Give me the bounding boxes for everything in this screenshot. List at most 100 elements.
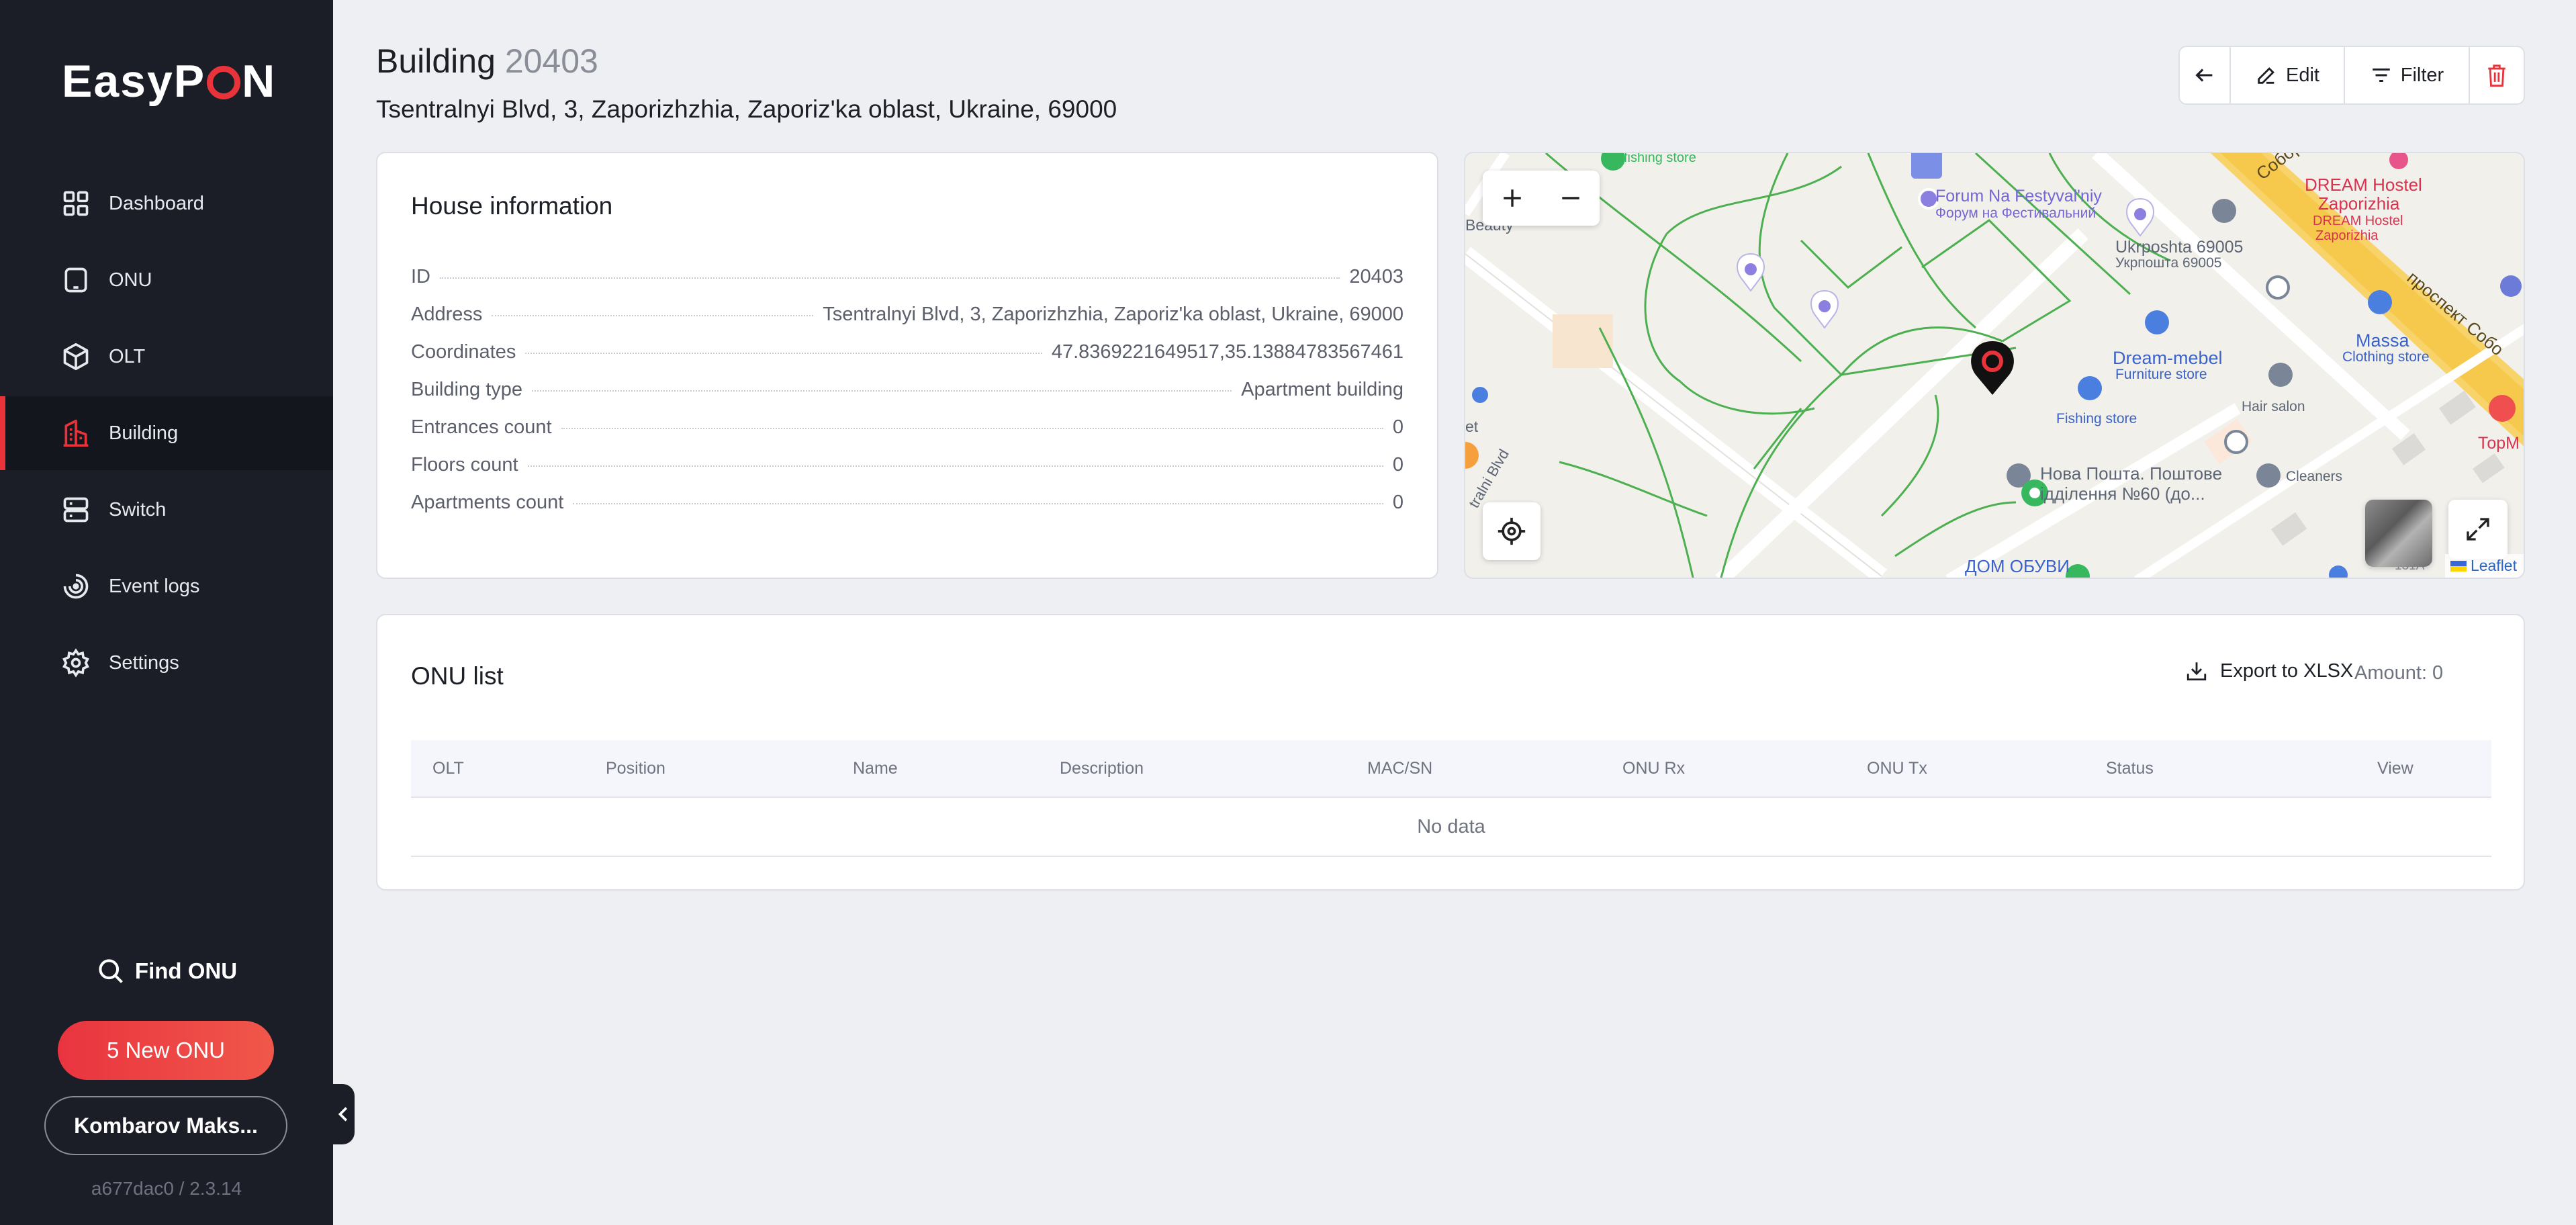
filter-icon	[2373, 68, 2390, 83]
map-zoom-control	[1483, 171, 1600, 226]
leaflet-link: Leaflet	[2470, 557, 2517, 574]
info-value: 47.8369221649517,35.13884783567461	[1051, 341, 1404, 363]
sidebar-item-label: ONU	[109, 269, 152, 291]
map-label-forum-ua: Форум на Фестивальний	[1935, 206, 2097, 221]
info-value: Apartment building	[1241, 379, 1404, 400]
info-row-building-type: Building type Apartment building	[411, 379, 1404, 416]
fullscreen-button[interactable]	[2448, 500, 2508, 559]
map-label-hair: Hair salon	[2242, 399, 2305, 414]
column-onu-rx[interactable]: ONU Rx	[1622, 759, 1685, 778]
map-label-ukrposhta-ua: Укрпошта 69005	[2115, 255, 2222, 271]
info-label: Address	[411, 304, 483, 325]
trash-icon	[2488, 64, 2505, 87]
building-number: 20403	[504, 42, 598, 80]
event-logs-icon	[60, 571, 91, 602]
column-position[interactable]: Position	[606, 759, 665, 778]
sidebar-item-building[interactable]: Building	[0, 396, 333, 470]
page-title: Building 20403	[376, 42, 598, 81]
sidebar-item-onu[interactable]: ONU	[0, 243, 333, 317]
locate-me-button[interactable]	[1483, 502, 1540, 560]
onu-amount: Amount: 0	[2354, 662, 2444, 684]
gear-icon	[60, 647, 91, 678]
column-description[interactable]: Description	[1060, 759, 1144, 778]
column-name[interactable]: Name	[853, 759, 898, 778]
column-mac-sn[interactable]: MAC/SN	[1367, 759, 1432, 778]
page-subtitle-address: Tsentralnyi Blvd, 3, Zaporizhzhia, Zapor…	[376, 95, 1117, 123]
user-menu-button[interactable]: Kombarov Maks...	[44, 1096, 287, 1155]
house-information-card: House information ID 20403 Address Tsent…	[376, 152, 1438, 579]
sidebar-item-event-logs[interactable]: Event logs	[0, 549, 333, 623]
export-label: Export to XLSX	[2220, 660, 2354, 682]
info-value: 0	[1392, 416, 1404, 438]
filter-button[interactable]: Filter	[2345, 47, 2470, 103]
export-xlsx-button[interactable]: Export to XLSX	[2185, 660, 2353, 682]
minus-icon	[1561, 197, 1579, 199]
sidebar: EasyP N Dashboard ONU OLT Building Switc…	[0, 0, 333, 1225]
map-view[interactable]: Forum Na Festyval'niy Форум на Фестиваль…	[1464, 152, 2525, 579]
ukraine-flag-icon	[2450, 560, 2467, 572]
back-button[interactable]	[2180, 47, 2231, 103]
sidebar-item-label: Event logs	[109, 575, 200, 597]
find-onu-button[interactable]: Find ONU	[0, 956, 333, 986]
edit-button[interactable]: Edit	[2231, 47, 2345, 103]
edit-label: Edit	[2286, 64, 2319, 86]
info-label: ID	[411, 266, 430, 287]
map-label-dom-obuvi: ДОМ ОБУВИ	[1965, 556, 2070, 576]
map-label-forum: Forum Na Festyval'niy	[1935, 187, 2102, 206]
onu-list-title: ONU list	[411, 662, 504, 690]
column-onu-tx[interactable]: ONU Tx	[1867, 759, 1927, 778]
sidebar-item-switch[interactable]: Switch	[0, 473, 333, 547]
leaflet-attribution[interactable]: Leaflet	[2444, 554, 2524, 578]
new-onu-button[interactable]: 5 New ONU	[58, 1021, 274, 1080]
olt-cube-icon	[60, 341, 91, 372]
map-layer-switcher[interactable]	[2365, 500, 2432, 567]
building-icon	[60, 418, 91, 449]
info-row-coordinates: Coordinates 47.8369221649517,35.13884783…	[411, 341, 1404, 379]
map-label-dream-hostel-small-city: Zaporizhia	[2315, 228, 2379, 243]
sidebar-item-label: Settings	[109, 651, 179, 674]
column-status[interactable]: Status	[2106, 759, 2154, 778]
map-label-fishing-top: fishing store	[1624, 152, 1696, 165]
download-icon	[2187, 662, 2207, 681]
info-row-floors-count: Floors count 0	[411, 454, 1404, 492]
info-value: Tsentralnyi Blvd, 3, Zaporizhzhia, Zapor…	[823, 304, 1404, 325]
sidebar-item-label: Building	[109, 422, 179, 444]
info-label: Floors count	[411, 454, 518, 475]
app-version: a677dac0 / 2.3.14	[91, 1178, 242, 1199]
info-row-address: Address Tsentralnyi Blvd, 3, Zaporizhzhi…	[411, 304, 1404, 341]
map-label-et: et	[1465, 418, 1479, 435]
map-label-furniture: Furniture store	[2115, 367, 2207, 382]
column-view[interactable]: View	[2377, 759, 2413, 778]
map-label-dream-hostel-city: Zaporizhia	[2318, 193, 2400, 214]
info-label: Building type	[411, 379, 523, 400]
map-label-ukrposhta: Ukrposhta 69005	[2115, 238, 2244, 257]
sidebar-item-olt[interactable]: OLT	[0, 320, 333, 394]
onu-table-header: OLT Position Name Description MAC/SN ONU…	[411, 740, 2491, 798]
zoom-in-button[interactable]	[1483, 171, 1541, 226]
map-label-nova: Нова Пошта. Поштове	[2040, 463, 2223, 484]
sidebar-item-label: Dashboard	[109, 192, 204, 214]
map-label-dream-mebel: Dream-mebel	[2113, 348, 2223, 368]
map-label-dream-hostel: DREAM Hostel	[2305, 175, 2422, 195]
expand-icon	[2467, 518, 2489, 541]
info-label: Coordinates	[411, 341, 516, 363]
info-value: 20403	[1349, 266, 1404, 287]
sidebar-item-settings[interactable]: Settings	[0, 626, 333, 700]
find-onu-label: Find ONU	[134, 958, 238, 983]
info-value: 0	[1392, 454, 1404, 475]
info-row-id: ID 20403	[411, 266, 1404, 304]
dashboard-grid-icon	[60, 188, 91, 219]
column-olt[interactable]: OLT	[432, 759, 464, 778]
info-row-apartments-count: Apartments count 0	[411, 492, 1404, 529]
zoom-out-button[interactable]	[1541, 171, 1600, 226]
easypon-logo[interactable]: EasyP N	[62, 55, 276, 107]
switch-stack-icon	[60, 494, 91, 525]
edit-pencil-icon	[2258, 67, 2274, 84]
sidebar-item-dashboard[interactable]: Dashboard	[0, 167, 333, 240]
crosshair-icon	[1498, 517, 1526, 545]
map-label-torm: ТорМ	[2478, 434, 2520, 453]
delete-button[interactable]	[2470, 47, 2524, 103]
house-info-list: ID 20403 Address Tsentralnyi Blvd, 3, Za…	[411, 266, 1404, 529]
sidebar-nav: Dashboard ONU OLT Building Switch Event …	[0, 167, 333, 702]
sidebar-collapse-button[interactable]	[333, 1084, 355, 1144]
